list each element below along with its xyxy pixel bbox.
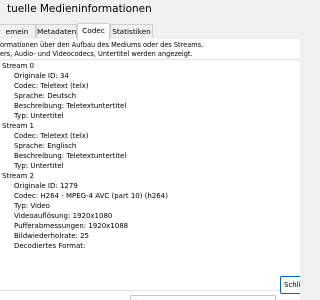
tab-metadata[interactable]: Metadaten	[36, 24, 77, 38]
location-field[interactable]	[130, 295, 276, 300]
tree-leaf[interactable]: Codec: Teletext (telx)	[14, 81, 89, 91]
tree-leaf[interactable]: Typ: Untertitel	[14, 161, 64, 171]
codec-description: ormationen über den Aufbau des Mediums o…	[0, 41, 203, 58]
tree-leaf[interactable]: Beschreibung: Teletextuntertitel	[14, 151, 126, 161]
tree-leaf[interactable]: Originale ID: 34	[14, 71, 69, 81]
window-title: tuelle Medieninformationen	[7, 3, 152, 15]
tree-leaf[interactable]: Typ: Video	[14, 201, 50, 211]
tree-node-stream-0[interactable]: Stream 0	[2, 61, 34, 71]
tree-leaf[interactable]: Decodiertes Format:	[14, 241, 85, 251]
tree-node-stream-1[interactable]: Stream 1	[2, 121, 34, 131]
close-button[interactable]: Schließen	[280, 276, 300, 294]
codec-panel: ormationen über den Aufbau des Mediums o…	[0, 39, 300, 300]
tree-leaf[interactable]: Sprache: Deutsch	[14, 91, 76, 101]
tree-leaf[interactable]: Videoauflösung: 1920x1080	[14, 211, 112, 221]
tree-leaf[interactable]: Bildwiederholrate: 25	[14, 231, 89, 241]
description-line: ormationen über den Aufbau des Mediums o…	[0, 41, 204, 49]
tree-leaf[interactable]: Codec: Teletext (telx)	[14, 131, 89, 141]
tree-leaf[interactable]: Beschreibung: Teletextuntertitel	[14, 101, 126, 111]
title-bar: tuelle Medieninformationen	[0, 0, 300, 22]
description-line: ers, Audio- und Videocodecs, Untertitel …	[0, 49, 193, 58]
tab-bar: emein Metadaten Codec Statistiken	[0, 23, 300, 40]
stream-tree[interactable]: Stream 0 Originale ID: 34 Codec: Teletex…	[0, 59, 300, 291]
tree-leaf[interactable]: Pufferabmessungen: 1920x1088	[14, 221, 128, 231]
tree-leaf[interactable]: Sprache: Englisch	[14, 141, 76, 151]
tree-leaf[interactable]: Originale ID: 1279	[14, 181, 78, 191]
tree-node-stream-2[interactable]: Stream 2	[2, 171, 34, 181]
tab-statistics[interactable]: Statistiken	[110, 24, 153, 38]
tree-leaf[interactable]: Typ: Untertitel	[14, 111, 64, 121]
tab-codec[interactable]: Codec	[77, 23, 110, 40]
tab-general[interactable]: emein	[0, 24, 36, 38]
tree-leaf[interactable]: Codec: H264 - MPEG-4 AVC (part 10) (h264…	[14, 191, 168, 201]
media-info-window: tuelle Medieninformationen emein Metadat…	[0, 0, 300, 300]
